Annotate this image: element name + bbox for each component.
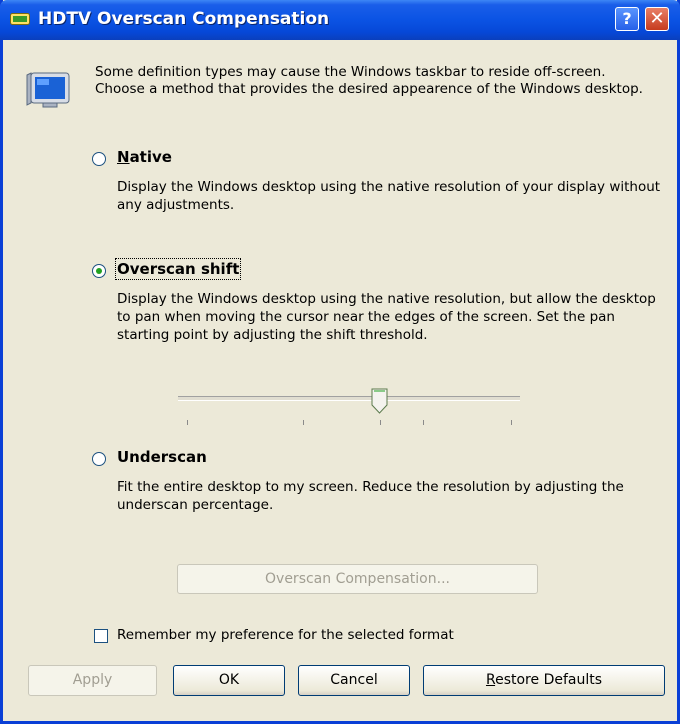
restore-defaults-button[interactable]: Restore Defaults <box>423 665 665 696</box>
overscan-shift-description: Display the Windows desktop using the na… <box>117 291 656 343</box>
slider-thumb[interactable] <box>371 388 388 414</box>
intro-text: Some definition types may cause the Wind… <box>95 64 643 97</box>
cancel-button[interactable]: Cancel <box>298 665 410 696</box>
close-icon: ✕ <box>649 8 665 29</box>
underscan-label[interactable]: Underscan <box>117 448 207 466</box>
slider-tick <box>380 420 381 425</box>
remember-preference-label[interactable]: Remember my preference for the selected … <box>117 627 454 643</box>
underscan-radio[interactable] <box>92 452 106 466</box>
overscan-shift-label[interactable]: Overscan shift <box>114 258 242 280</box>
slider-tick <box>187 420 188 425</box>
monitor-icon <box>26 72 70 108</box>
dialog-window: HDTV Overscan Compensation ? ✕ Some defi… <box>0 0 680 724</box>
native-radio[interactable] <box>92 152 106 166</box>
native-label-mnemonic: N <box>117 148 130 166</box>
close-button[interactable]: ✕ <box>645 7 669 31</box>
apply-button[interactable]: Apply <box>28 665 157 696</box>
native-label-rest: ative <box>129 148 172 166</box>
underscan-description: Fit the entire desktop to my screen. Red… <box>117 479 624 513</box>
window-title: HDTV Overscan Compensation <box>38 9 330 29</box>
overscan-compensation-button[interactable]: Overscan Compensation... <box>177 564 538 594</box>
help-button[interactable]: ? <box>615 7 639 31</box>
hdtv-icon <box>10 13 30 25</box>
native-label[interactable]: Native <box>117 148 172 166</box>
overscan-shift-radio[interactable] <box>92 264 106 278</box>
help-icon: ? <box>622 9 632 28</box>
title-bar[interactable]: HDTV Overscan Compensation ? ✕ <box>0 0 680 40</box>
remember-preference-checkbox[interactable] <box>94 629 108 643</box>
slider-tick <box>423 420 424 425</box>
ok-button[interactable]: OK <box>173 665 285 696</box>
slider-tick <box>511 420 512 425</box>
slider-tick <box>303 420 304 425</box>
native-description: Display the Windows desktop using the na… <box>117 179 661 213</box>
restore-mnemonic: R <box>485 672 496 688</box>
restore-label-rest: estore Defaults <box>495 672 603 688</box>
shift-threshold-slider-track[interactable] <box>178 396 520 401</box>
